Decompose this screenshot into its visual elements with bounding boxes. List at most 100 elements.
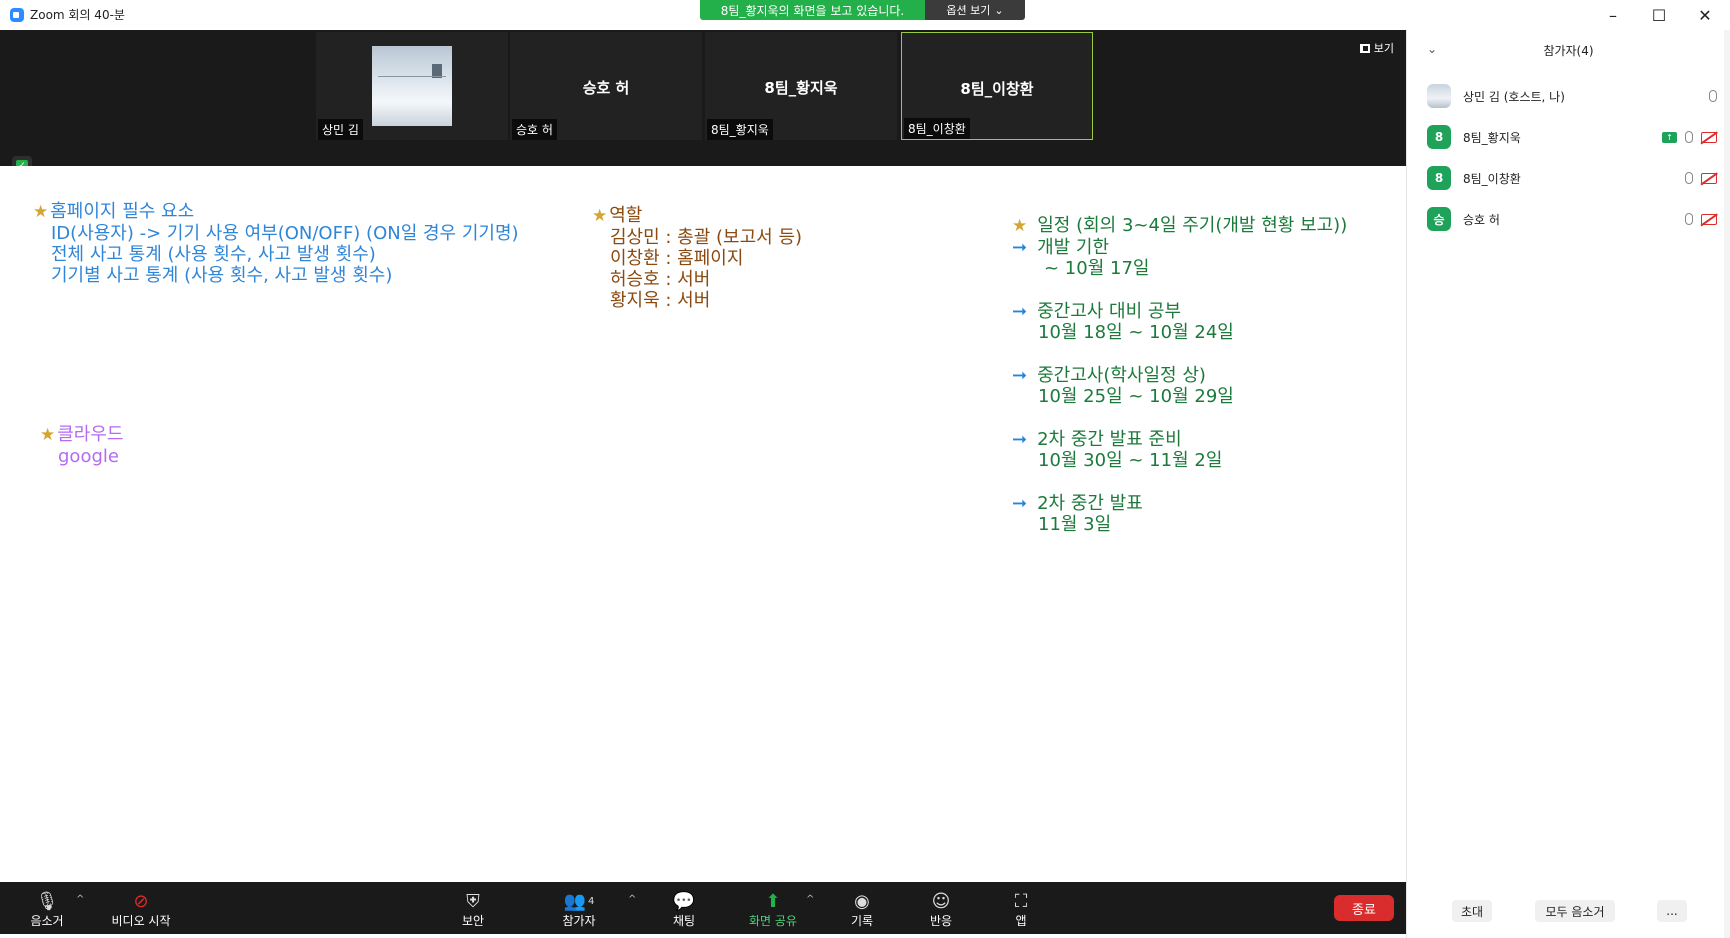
- avatar: [1427, 84, 1451, 108]
- homepage-line: 전체 사고 통계 (사용 횟수, 사고 발생 횟수): [51, 244, 376, 265]
- schedule-title: 일정 (회의 3~4일 주기(개발 현황 보고)): [1037, 215, 1348, 236]
- schedule-item-date: 10월 30일 ~ 11월 2일: [1038, 450, 1223, 471]
- tile-center-name: 8팀_이창환: [960, 80, 1034, 98]
- view-options-label: 옵션 보기: [946, 4, 991, 17]
- share-screen-button[interactable]: ⬆ 화면 공유: [738, 890, 808, 929]
- video-tile-seungho[interactable]: 승호 허 승호 허: [510, 32, 702, 140]
- smiley-icon: ☺: [931, 890, 951, 912]
- role-line: 김상민 : 총괄 (보고서 등): [610, 227, 803, 248]
- avatar: 8: [1427, 166, 1451, 190]
- security-button[interactable]: ⛨ 보안: [438, 890, 508, 929]
- mute-button[interactable]: 🎙 음소거: [12, 890, 82, 929]
- microphone-icon[interactable]: [1685, 213, 1693, 225]
- video-tile-changhwan[interactable]: 8팀_이창환 8팀_이창환: [901, 32, 1093, 140]
- star-icon: ★: [33, 202, 49, 222]
- video-tile-jiwook[interactable]: 8팀_황지욱 8팀_황지욱: [705, 32, 897, 140]
- view-options-button[interactable]: 옵션 보기 ⌄: [925, 0, 1025, 20]
- grid-view-icon: [1359, 43, 1370, 53]
- record-label: 기록: [850, 914, 874, 928]
- participant-row[interactable]: 승 승호 허: [1427, 205, 1717, 233]
- chat-icon: 💬: [672, 890, 696, 912]
- schedule-item: ➞ 중간고사 대비 공부 10월 18일 ~ 10월 24일: [1012, 301, 1347, 343]
- video-off-icon[interactable]: [1701, 172, 1717, 184]
- mute-all-button[interactable]: 모두 음소거: [1535, 900, 1615, 922]
- participants-count: 4: [588, 895, 595, 907]
- schedule-item-date: 10월 18일 ~ 10월 24일: [1038, 322, 1234, 343]
- video-off-icon[interactable]: [1701, 131, 1717, 143]
- role-line: 허승호 : 서버: [610, 269, 711, 290]
- record-button[interactable]: ◉ 기록: [827, 890, 897, 929]
- chevron-down-icon: ⌄: [994, 3, 1004, 17]
- apps-button[interactable]: ⛶ 앱: [986, 890, 1056, 929]
- schedule-item-label: 개발 기한: [1037, 237, 1110, 258]
- view-button[interactable]: 보기: [1359, 40, 1394, 56]
- tile-name-tag: 상민 김: [318, 119, 363, 140]
- arrow-right-icon: ➞: [1012, 237, 1028, 258]
- share-banner-message: 8팀_황지욱의 화면을 보고 있습니다.: [700, 0, 925, 20]
- schedule-item: ➞ 중간고사(학사일정 상) 10월 25일 ~ 10월 29일: [1012, 365, 1347, 407]
- maximize-icon[interactable]: ☐: [1636, 0, 1682, 30]
- video-off-icon: ⊘: [133, 890, 149, 912]
- participant-name: 승호 허: [1463, 212, 1500, 227]
- invite-button[interactable]: 초대: [1452, 900, 1492, 922]
- homepage-requirements: ★ 홈페이지 필수 요소 ID(사용자) -> 기기 사용 여부(ON/OFF) …: [33, 201, 519, 286]
- chat-label: 채팅: [672, 914, 696, 928]
- share-screen-label: 화면 공유: [749, 914, 797, 928]
- microphone-icon[interactable]: [1709, 90, 1717, 102]
- arrow-right-icon: ➞: [1012, 493, 1028, 514]
- schedule-item-date: ~ 10월 17일: [1044, 258, 1150, 279]
- tile-name-tag: 8팀_황지욱: [707, 119, 773, 140]
- participants-icon: 👥 4: [563, 890, 595, 912]
- homepage-line: 기기별 사고 통계 (사용 횟수, 사고 발생 횟수): [51, 265, 393, 286]
- video-off-icon[interactable]: [1701, 213, 1717, 225]
- end-meeting-button[interactable]: 종료: [1334, 895, 1394, 921]
- microphone-icon[interactable]: [1685, 172, 1693, 184]
- microphone-icon[interactable]: [1685, 131, 1693, 143]
- apps-icon: ⛶: [1014, 890, 1028, 912]
- participants-button[interactable]: 👥 4 참가자: [544, 890, 614, 929]
- video-tile-sangmin[interactable]: 상민 김: [316, 32, 508, 140]
- participant-name: 상민 김 (호스트, 나): [1463, 89, 1565, 104]
- reactions-button[interactable]: ☺ 반응: [906, 890, 976, 929]
- share-banner: 8팀_황지욱의 화면을 보고 있습니다. 옵션 보기 ⌄: [700, 0, 1025, 20]
- audio-options-caret[interactable]: ^: [76, 894, 84, 905]
- cloud-title: 클라우드: [57, 424, 124, 445]
- participant-name: 8팀_황지욱: [1463, 130, 1521, 145]
- window-title: Zoom 회의 40-분: [30, 8, 125, 22]
- schedule-item-label: 중간고사(학사일정 상): [1037, 365, 1206, 386]
- title-bar: Zoom 회의 40-분 8팀_황지욱의 화면을 보고 있습니다. 옵션 보기 …: [0, 0, 1730, 30]
- sharing-indicator-icon: ↑: [1662, 131, 1677, 143]
- participant-row[interactable]: 8 8팀_이창환: [1427, 164, 1717, 192]
- participants-options-caret[interactable]: ^: [628, 894, 636, 905]
- schedule-item-label: 2차 중간 발표: [1037, 493, 1143, 514]
- tile-center-name: 8팀_황지욱: [764, 79, 838, 97]
- meeting-toolbar: 🎙 음소거 ^ ⊘ 비디오 시작 ⛨ 보안 👥 4 참가자 ^ 💬 채팅 ⬆ 화면…: [0, 882, 1406, 934]
- participant-row[interactable]: 상민 김 (호스트, 나): [1427, 82, 1717, 110]
- chat-button[interactable]: 💬 채팅: [649, 890, 719, 929]
- minimize-icon[interactable]: –: [1590, 0, 1636, 30]
- more-options-button[interactable]: ...: [1657, 900, 1687, 922]
- star-icon: ★: [592, 206, 608, 226]
- participants-panel: ⌄ 참가자(4) 상민 김 (호스트, 나) 8 8팀_황지욱 ↑ 8 8팀_이…: [1406, 30, 1730, 938]
- video-strip: 상민 김 승호 허 승호 허 8팀_황지욱 8팀_황지욱 8팀_이창환 8팀_이…: [0, 30, 1406, 166]
- scrollbar[interactable]: [1724, 30, 1730, 938]
- schedule-note: ★ 일정 (회의 3~4일 주기(개발 현황 보고)) ➞ 개발 기한 ~ 10월 …: [1012, 215, 1347, 557]
- roles-note: ★ 역할 김상민 : 총괄 (보고서 등) 이창환 : 홈페이지 허승호 : 서버…: [592, 205, 802, 311]
- zoom-app-icon: [10, 8, 24, 22]
- schedule-item: ➞ 2차 중간 발표 11월 3일: [1012, 493, 1347, 535]
- homepage-line: ID(사용자) -> 기기 사용 여부(ON/OFF) (ON일 경우 기기명): [51, 223, 519, 244]
- start-video-button[interactable]: ⊘ 비디오 시작: [106, 890, 176, 929]
- close-icon[interactable]: ✕: [1682, 0, 1728, 30]
- roles-title: 역할: [609, 205, 643, 226]
- cloud-value: google: [58, 446, 119, 467]
- microphone-icon: 🎙: [35, 890, 59, 912]
- star-icon: ★: [1012, 216, 1028, 236]
- participant-row[interactable]: 8 8팀_황지욱 ↑: [1427, 123, 1717, 151]
- schedule-item: ➞ 개발 기한 ~ 10월 17일: [1012, 237, 1347, 279]
- record-icon: ◉: [854, 890, 870, 912]
- participants-label: 참가자: [562, 914, 596, 928]
- security-label: 보안: [461, 914, 485, 928]
- panel-title: 참가자(4): [1543, 44, 1594, 58]
- share-options-caret[interactable]: ^: [806, 894, 814, 905]
- role-line: 황지욱 : 서버: [610, 290, 711, 311]
